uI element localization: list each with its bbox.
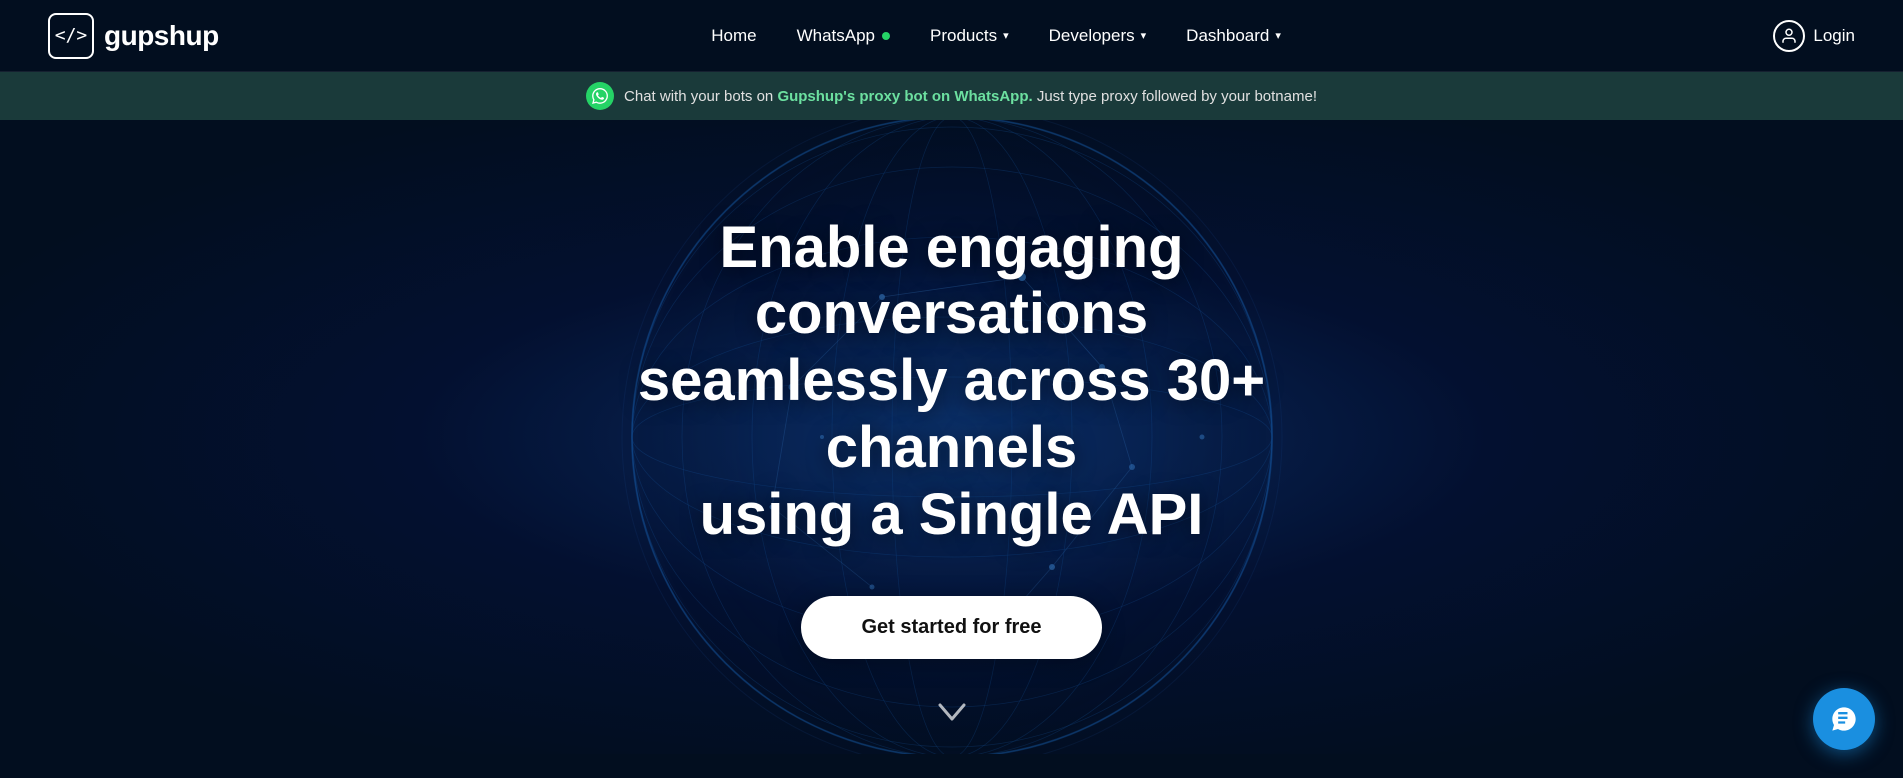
hero-title-line2: seamlessly across 30+ channels — [638, 348, 1265, 480]
navbar: </> gupshup Home WhatsApp Products ▾ Dev… — [0, 0, 1903, 72]
nav-link-developers[interactable]: Developers ▾ — [1049, 26, 1147, 46]
nav-item-home[interactable]: Home — [711, 26, 756, 46]
nav-link-dashboard[interactable]: Dashboard ▾ — [1186, 26, 1281, 46]
developers-chevron-icon: ▾ — [1141, 29, 1147, 42]
nav-label-developers: Developers — [1049, 26, 1135, 46]
products-chevron-icon: ▾ — [1003, 29, 1009, 42]
login-label: Login — [1813, 26, 1855, 46]
scroll-down-indicator[interactable] — [938, 702, 966, 730]
login-button[interactable]: Login — [1773, 20, 1855, 52]
brand-name: gupshup — [104, 20, 219, 52]
announcement-text-before: Chat with your bots on — [624, 88, 777, 105]
nav-label-products: Products — [930, 26, 997, 46]
whatsapp-promo-icon — [586, 82, 614, 110]
user-avatar-icon — [1773, 20, 1805, 52]
whatsapp-active-dot — [882, 32, 890, 40]
logo-icon: </> — [48, 13, 94, 59]
chat-widget-icon — [1830, 705, 1858, 733]
hero-title-line1: Enable engaging conversations — [719, 215, 1183, 347]
hero-title-line3: using a Single API — [700, 482, 1204, 547]
nav-link-products[interactable]: Products ▾ — [930, 26, 1009, 46]
chat-widget-button[interactable] — [1813, 688, 1875, 750]
nav-link-home[interactable]: Home — [711, 26, 756, 46]
logo-code-icon: </> — [55, 25, 88, 46]
nav-links: Home WhatsApp Products ▾ Developers ▾ Da… — [711, 26, 1281, 46]
announcement-bar: Chat with your bots on Gupshup's proxy b… — [0, 72, 1903, 120]
hero-section: Enable engaging conversations seamlessly… — [0, 120, 1903, 754]
logo[interactable]: </> gupshup — [48, 13, 219, 59]
nav-item-dashboard[interactable]: Dashboard ▾ — [1186, 26, 1281, 46]
nav-link-whatsapp[interactable]: WhatsApp — [797, 26, 890, 46]
cta-button[interactable]: Get started for free — [801, 596, 1101, 659]
nav-item-products[interactable]: Products ▾ — [930, 26, 1009, 46]
hero-title: Enable engaging conversations seamlessly… — [542, 215, 1362, 548]
nav-right: Login — [1773, 20, 1855, 52]
dashboard-chevron-icon: ▾ — [1275, 29, 1281, 42]
nav-label-whatsapp: WhatsApp — [797, 26, 875, 46]
hero-content: Enable engaging conversations seamlessly… — [502, 215, 1402, 659]
announcement-text: Chat with your bots on Gupshup's proxy b… — [624, 88, 1317, 105]
announcement-link[interactable]: Gupshup's proxy bot on WhatsApp. — [777, 88, 1032, 105]
nav-label-dashboard: Dashboard — [1186, 26, 1269, 46]
announcement-text-after: Just type proxy followed by your botname… — [1033, 88, 1317, 105]
nav-item-developers[interactable]: Developers ▾ — [1049, 26, 1147, 46]
nav-label-home: Home — [711, 26, 756, 46]
nav-item-whatsapp[interactable]: WhatsApp — [797, 26, 890, 46]
